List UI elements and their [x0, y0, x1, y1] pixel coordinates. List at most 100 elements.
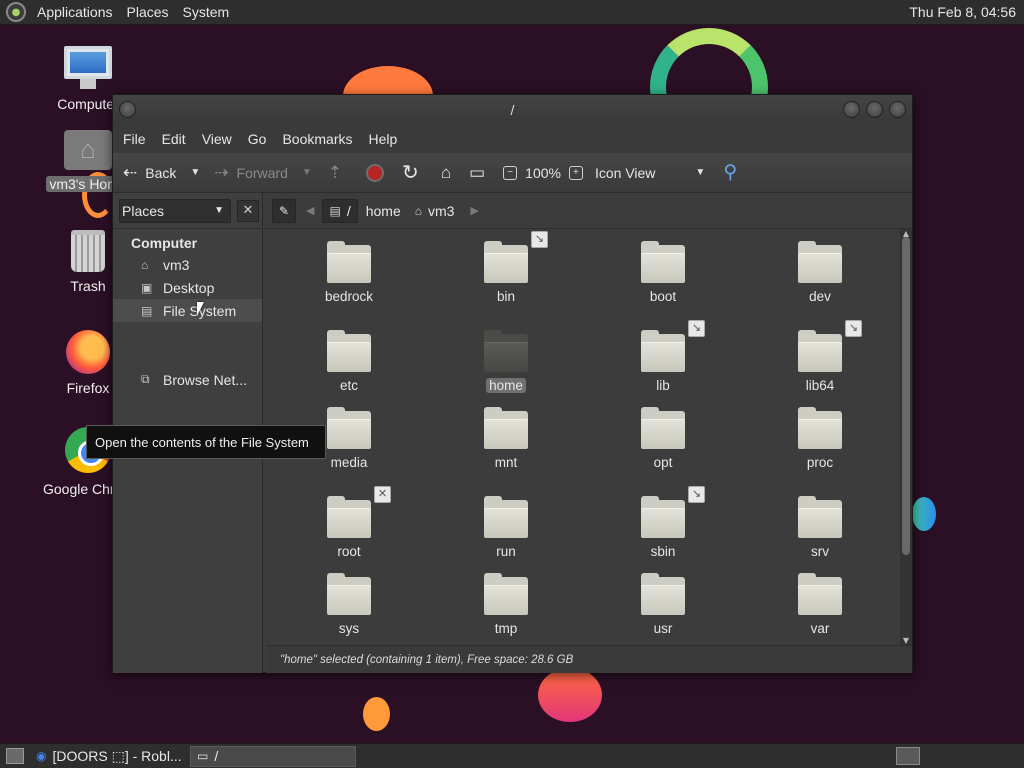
folder-icon: ↘ — [798, 320, 862, 372]
folder-item[interactable]: proc — [760, 407, 880, 470]
folder-item[interactable]: mnt — [446, 407, 566, 470]
folder-item[interactable]: srv — [760, 496, 880, 559]
sidebar-pane-label: Places — [122, 202, 165, 219]
search-button[interactable]: ⚲ — [723, 161, 745, 184]
menu-help[interactable]: Help — [363, 131, 408, 147]
sidebar-item-vm3[interactable]: ⌂ vm3 — [113, 253, 262, 276]
desktop-icon: ▣ — [141, 280, 153, 295]
taskbar-item-chrome[interactable]: ◉ [DOORS ⬚] - Robl... — [30, 746, 190, 767]
edit-location-button[interactable]: ✎ — [272, 198, 296, 223]
sidebar-close-button[interactable]: ✕ — [237, 199, 259, 222]
folder-item[interactable]: etc — [289, 330, 409, 393]
window-menu-button[interactable] — [119, 101, 136, 118]
stop-button[interactable] — [366, 163, 385, 182]
taskbar-item-label: [DOORS ⬚] - Robl... — [52, 747, 182, 764]
path-crumb-root[interactable]: ▤ / — [322, 198, 358, 223]
reload-button[interactable]: ↻ — [402, 160, 427, 185]
symlink-emblem-icon: ↘ — [688, 320, 705, 337]
wallpaper-orange-dot — [363, 697, 390, 731]
folder-item[interactable]: ↘ lib64 — [760, 320, 880, 393]
menu-bookmarks[interactable]: Bookmarks — [276, 131, 362, 147]
sidebar-pane-select[interactable]: Places ▼ — [119, 198, 231, 223]
path-scroll-right-icon[interactable]: ▶ — [462, 204, 486, 217]
forward-button[interactable]: ⇢ Forward ▼ — [214, 163, 312, 183]
sidebar-item-desktop[interactable]: ▣ Desktop — [113, 276, 262, 299]
menu-edit[interactable]: Edit — [156, 131, 196, 147]
folder-label: lib — [656, 378, 670, 393]
icon-view: bedrock ↘ bin boot dev etc home ↘ lib ↘ lib64 media… — [266, 229, 900, 645]
folder-icon — [641, 407, 685, 449]
folder-label: run — [496, 544, 516, 559]
menubar: File Edit View Go Bookmarks Help — [113, 125, 912, 153]
menu-view[interactable]: View — [196, 131, 242, 147]
clock[interactable]: Thu Feb 8, 04:56 — [909, 4, 1024, 20]
show-desktop-button[interactable] — [6, 748, 24, 764]
back-arrow-icon: ⇠ — [123, 162, 138, 182]
home-icon: ⌂ — [440, 162, 452, 182]
menu-go[interactable]: Go — [242, 131, 277, 147]
folder-icon — [484, 330, 528, 372]
folder-icon: ✕ — [327, 486, 391, 538]
minimize-button[interactable] — [843, 101, 860, 118]
path-crumb-vm3[interactable]: ⌂ vm3 — [409, 199, 461, 223]
folder-item[interactable]: boot — [603, 241, 723, 304]
scroll-down-icon[interactable]: ▼ — [900, 636, 912, 645]
folder-item[interactable]: ↘ bin — [446, 231, 566, 304]
folder-icon — [484, 496, 528, 538]
symlink-emblem-icon: ↘ — [531, 231, 548, 248]
path-crumb-label: vm3 — [427, 202, 455, 219]
folder-icon — [327, 573, 371, 615]
sidebar-section-computer: Computer — [131, 235, 198, 251]
folder-item[interactable]: var — [760, 573, 880, 636]
applications-menu[interactable]: Applications — [30, 4, 120, 20]
back-button[interactable]: ⇠ Back ▼ — [123, 163, 200, 183]
system-menu[interactable]: System — [176, 4, 237, 20]
folder-item[interactable]: tmp — [446, 573, 566, 636]
folder-label: usr — [653, 621, 673, 636]
zoom-in-icon: + — [568, 165, 583, 180]
folder-icon — [798, 496, 842, 538]
sidebar-item-browse-network[interactable]: ⧉ Browse Net... — [113, 368, 262, 391]
zoom-level[interactable]: 100% — [525, 165, 561, 181]
up-button[interactable]: ⇡ — [328, 163, 350, 183]
taskbar-item-file-manager[interactable]: ▭ / — [190, 745, 356, 767]
folder-label: lib64 — [805, 378, 835, 393]
network-icon: ⧉ — [141, 372, 150, 386]
scrollbar-thumb[interactable] — [902, 237, 910, 555]
zoom-out-button[interactable]: − — [503, 165, 518, 180]
folder-item[interactable]: sys — [289, 573, 409, 636]
back-history-dropdown[interactable]: ▼ — [190, 167, 200, 178]
folder-item[interactable]: ↘ lib — [603, 320, 723, 393]
close-button[interactable] — [889, 101, 906, 118]
folder-item[interactable]: usr — [603, 573, 723, 636]
view-mode-label: Icon View — [594, 164, 656, 181]
folder-item[interactable]: ✕ root — [289, 486, 409, 559]
folder-label: boot — [649, 289, 677, 304]
home-button[interactable]: ⌂ — [441, 163, 459, 183]
path-scroll-left-icon[interactable]: ◀ — [298, 204, 322, 217]
desktop-icon-label: Firefox — [66, 380, 110, 396]
view-mode-select[interactable]: Icon View ▼ — [595, 165, 705, 181]
folder-item[interactable]: ↘ sbin — [603, 486, 723, 559]
folder-icon — [327, 407, 371, 449]
folder-label: sbin — [650, 544, 676, 559]
vertical-scrollbar[interactable]: ▲ ▼ — [900, 229, 912, 645]
workspace-switcher[interactable] — [896, 747, 920, 765]
path-crumb-home[interactable]: home — [360, 199, 407, 223]
menu-file[interactable]: File — [117, 131, 156, 147]
folder-item[interactable]: home — [446, 330, 566, 393]
computer-button[interactable]: ▭ — [469, 163, 493, 183]
folder-item[interactable]: opt — [603, 407, 723, 470]
folder-icon — [484, 573, 528, 615]
zoom-in-button[interactable]: + — [568, 165, 583, 180]
maximize-button[interactable] — [866, 101, 883, 118]
trash-icon — [71, 230, 105, 272]
folder-item[interactable]: run — [446, 496, 566, 559]
folder-item[interactable]: bedrock — [289, 241, 409, 304]
places-menu[interactable]: Places — [120, 4, 176, 20]
window-titlebar[interactable]: / — [113, 95, 912, 125]
forward-history-dropdown[interactable]: ▼ — [302, 167, 312, 178]
folder-item[interactable]: dev — [760, 241, 880, 304]
sidebar-item-file-system[interactable]: ▤ File System — [113, 299, 262, 322]
distro-logo-icon[interactable]: ● — [6, 2, 26, 22]
